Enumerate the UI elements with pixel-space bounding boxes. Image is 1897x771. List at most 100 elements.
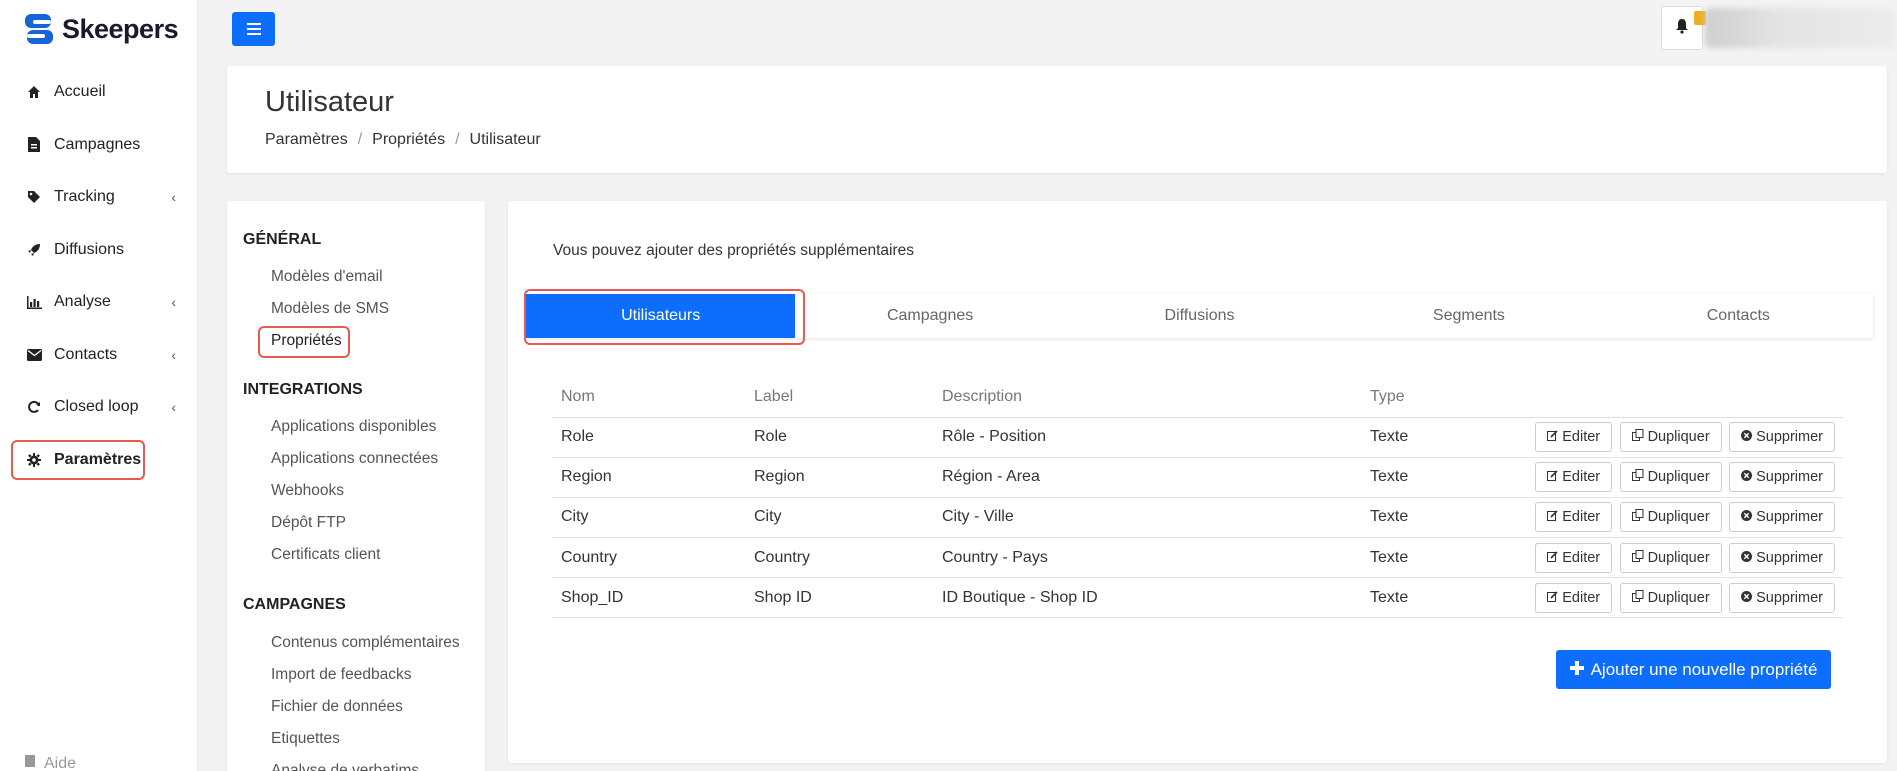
duplicate-button[interactable]: Dupliquer [1619, 462, 1722, 493]
cell-description: Rôle - Position [933, 417, 1361, 458]
brand-name: Skeepers [62, 13, 179, 44]
column-header-nom: Nom [552, 377, 745, 418]
breadcrumb: Paramètres / Propriétés / Utilisateur [265, 131, 541, 149]
sidebar-item-label: Closed loop [54, 398, 139, 416]
cell-nom: Role [552, 417, 745, 458]
breadcrumb-item[interactable]: Propriétés [372, 131, 445, 149]
help-link[interactable]: Aide [24, 754, 76, 771]
delete-label: Supprimer [1756, 429, 1823, 446]
edit-label: Editer [1562, 509, 1601, 526]
menu-link-connected-apps[interactable]: Applications connectées [271, 450, 438, 468]
page-header: Utilisateur Paramètres / Propriétés / Ut… [227, 66, 1887, 173]
menu-link-labels[interactable]: Etiquettes [271, 730, 340, 748]
edit-button[interactable]: Editer [1535, 502, 1613, 533]
menu-link-webhooks[interactable]: Webhooks [271, 482, 344, 500]
refresh-icon [26, 399, 42, 415]
edit-icon [1547, 550, 1558, 566]
menu-link-available-apps[interactable]: Applications disponibles [271, 418, 436, 436]
table-row: Role Role Rôle - Position Texte Editer D… [552, 417, 1843, 458]
properties-panel: Vous pouvez ajouter des propriétés suppl… [508, 201, 1887, 763]
times-circle-icon [1741, 469, 1753, 485]
times-circle-icon [1741, 429, 1753, 445]
edit-button[interactable]: Editer [1535, 582, 1613, 613]
duplicate-label: Dupliquer [1647, 509, 1710, 526]
column-header-type: Type [1361, 377, 1501, 418]
edit-button[interactable]: Editer [1535, 542, 1613, 573]
tag-icon [26, 189, 42, 205]
skeepers-logo-icon [22, 12, 56, 46]
logo[interactable]: Skeepers [22, 12, 179, 46]
duplicate-button[interactable]: Dupliquer [1619, 582, 1722, 613]
chevron-left-icon: ‹ [171, 189, 176, 206]
sidebar-item-parametres[interactable]: Paramètres [0, 434, 198, 487]
duplicate-label: Dupliquer [1647, 469, 1710, 486]
menu-link-client-certificates[interactable]: Certificats client [271, 546, 380, 564]
tab-diffusions[interactable]: Diffusions [1065, 294, 1334, 338]
cell-description: Country - Pays [933, 537, 1361, 579]
sidebar-item-analyse[interactable]: Analyse ‹ [0, 276, 198, 329]
delete-button[interactable]: Supprimer [1729, 422, 1835, 453]
menu-link-properties[interactable]: Propriétés [258, 326, 350, 358]
delete-button[interactable]: Supprimer [1729, 542, 1835, 573]
duplicate-label: Dupliquer [1647, 549, 1710, 566]
sidebar-item-contacts[interactable]: Contacts ‹ [0, 329, 198, 382]
cell-nom: City [552, 497, 745, 539]
duplicate-label: Dupliquer [1647, 429, 1710, 446]
sidebar-item-diffusions[interactable]: Diffusions [0, 224, 198, 277]
sidebar-item-label: Campagnes [54, 135, 141, 153]
table-row: Country Country Country - Pays Texte Edi… [552, 537, 1843, 579]
table-row: Shop_ID Shop ID ID Boutique - Shop ID Te… [552, 577, 1843, 619]
tab-campagnes[interactable]: Campagnes [795, 294, 1064, 338]
highlight-box [258, 326, 350, 358]
tab-segments[interactable]: Segments [1334, 294, 1603, 338]
column-header-description: Description [933, 377, 1361, 418]
cell-type: Texte [1361, 537, 1501, 579]
duplicate-button[interactable]: Dupliquer [1619, 502, 1722, 533]
table-header-row: Nom Label Description Type [552, 377, 1843, 418]
menu-link-complementary-content[interactable]: Contenus complémentaires [271, 634, 460, 652]
delete-button[interactable]: Supprimer [1729, 462, 1835, 493]
menu-link-sms-templates[interactable]: Modèles de SMS [271, 300, 389, 318]
cell-actions: Editer Dupliquer Supprimer [1501, 417, 1843, 458]
sidebar-item-closed-loop[interactable]: Closed loop ‹ [0, 381, 198, 434]
add-property-button[interactable]: Ajouter une nouvelle propriété [1556, 650, 1831, 689]
copy-icon [1631, 589, 1644, 606]
cell-label: Role [745, 417, 933, 458]
edit-label: Editer [1562, 429, 1601, 446]
menu-link-verbatim-analysis[interactable]: Analyse de verbatims [271, 762, 419, 771]
menu-link-ftp[interactable]: Dépôt FTP [271, 514, 346, 532]
tab-utilisateurs[interactable]: Utilisateurs [526, 294, 796, 338]
plus-icon [1569, 660, 1584, 680]
cell-actions: Editer Dupliquer Supprimer [1501, 457, 1843, 498]
times-circle-icon [1741, 509, 1753, 525]
sidebar-item-accueil[interactable]: Accueil [0, 66, 198, 119]
bell-icon [1675, 18, 1689, 39]
edit-button[interactable]: Editer [1535, 422, 1613, 453]
menu-link-data-file[interactable]: Fichier de données [271, 698, 403, 716]
property-tabs: Utilisateurs Campagnes Diffusions Segmen… [526, 294, 1873, 338]
tab-contacts[interactable]: Contacts [1604, 294, 1873, 338]
menu-link-email-templates[interactable]: Modèles d'email [271, 268, 383, 286]
duplicate-label: Dupliquer [1647, 589, 1710, 606]
user-menu[interactable] [1705, 8, 1895, 48]
sidebar: Skeepers Accueil Campagnes Tracking ‹ Di… [0, 0, 198, 771]
duplicate-button[interactable]: Dupliquer [1619, 542, 1722, 573]
copy-icon [1631, 549, 1644, 566]
duplicate-button[interactable]: Dupliquer [1619, 422, 1722, 453]
menu-link-feedback-import[interactable]: Import de feedbacks [271, 666, 411, 684]
cell-description: City - Ville [933, 497, 1361, 539]
cell-nom: Country [552, 537, 745, 579]
edit-button[interactable]: Editer [1535, 462, 1613, 493]
menu-toggle-button[interactable] [232, 12, 275, 46]
intro-text: Vous pouvez ajouter des propriétés suppl… [553, 242, 915, 259]
sidebar-item-campagnes[interactable]: Campagnes [0, 119, 198, 172]
breadcrumb-item-current: Utilisateur [469, 131, 541, 148]
cell-label: Country [745, 537, 933, 579]
sidebar-item-tracking[interactable]: Tracking ‹ [0, 171, 198, 224]
delete-button[interactable]: Supprimer [1729, 502, 1835, 533]
breadcrumb-item[interactable]: Paramètres [265, 131, 348, 149]
chevron-left-icon: ‹ [171, 399, 176, 416]
delete-button[interactable]: Supprimer [1729, 582, 1835, 613]
bar-chart-icon [26, 294, 42, 310]
notifications-button[interactable] [1661, 6, 1706, 50]
